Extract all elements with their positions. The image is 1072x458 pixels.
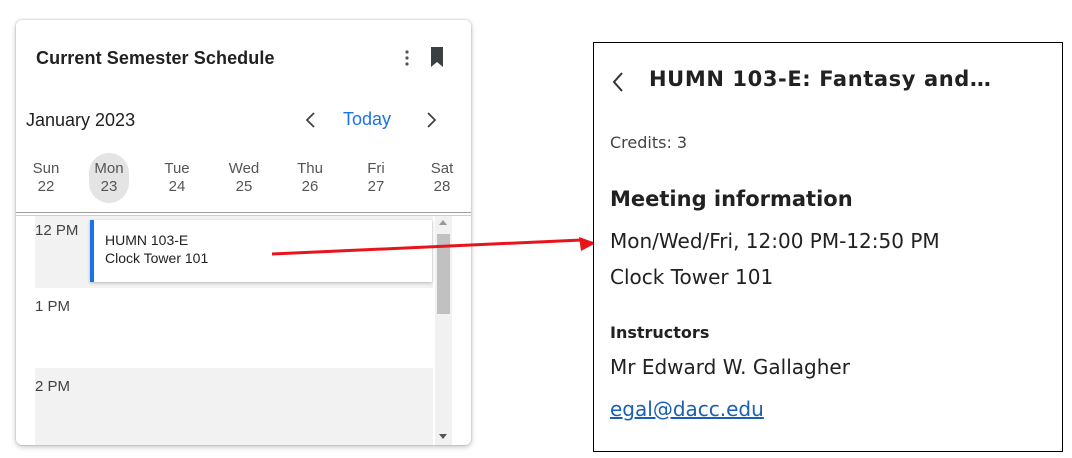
- day-name: Sat: [430, 160, 454, 177]
- hour-label: 12 PM: [35, 222, 79, 239]
- day-number: 24: [168, 178, 186, 195]
- meeting-heading: Meeting information: [610, 187, 853, 211]
- day-number: 22: [37, 178, 55, 195]
- pointer-arrow: [271, 237, 596, 256]
- scroll-down-icon[interactable]: [439, 434, 447, 439]
- hour-label: 2 PM: [35, 378, 71, 395]
- instructors-heading: Instructors: [610, 323, 710, 342]
- day-number: 28: [433, 178, 451, 195]
- day-name: Wed: [228, 160, 260, 177]
- day-number: 25: [235, 178, 253, 195]
- hour-band: [35, 288, 433, 368]
- day-name: Mon: [94, 160, 124, 177]
- day-sun[interactable]: Sun 22: [26, 160, 66, 196]
- credits-text: Credits: 3: [610, 133, 688, 152]
- meeting-time: Mon/Wed/Fri, 12:00 PM-12:50 PM: [610, 229, 940, 253]
- event-course: HUMN 103-E: [105, 232, 189, 248]
- scroll-up-icon[interactable]: [439, 220, 447, 225]
- day-name: Fri: [367, 160, 385, 177]
- day-name: Tue: [164, 160, 190, 177]
- hour-label: 1 PM: [35, 298, 71, 315]
- day-wed[interactable]: Wed 25: [224, 160, 264, 196]
- meeting-location: Clock Tower 101: [610, 265, 774, 289]
- day-sat[interactable]: Sat 28: [422, 160, 462, 196]
- day-number: 23: [100, 178, 118, 195]
- day-name: Thu: [297, 160, 323, 177]
- day-number: 27: [367, 178, 385, 195]
- course-title: HUMN 103-E: Fantasy and…: [649, 67, 992, 91]
- event-location: Clock Tower 101: [105, 250, 209, 266]
- instructor-name: Mr Edward W. Gallagher: [610, 355, 850, 379]
- day-mon-selected[interactable]: Mon 23: [89, 153, 129, 203]
- schedule-card: Current Semester Schedule January 2023 T…: [16, 20, 471, 445]
- header-divider: [16, 212, 471, 213]
- course-detail-panel: HUMN 103-E: Fantasy and… Credits: 3 Meet…: [593, 42, 1063, 452]
- day-name: Sun: [32, 160, 60, 177]
- instructor-email-link[interactable]: egal@dacc.edu: [610, 397, 764, 421]
- day-number: 26: [301, 178, 319, 195]
- week-day-strip: Sun 22 Mon 23 Tue 24 Wed 25 Thu 26 Fri 2…: [16, 20, 471, 210]
- back-chevron-icon[interactable]: [610, 69, 626, 95]
- day-thu[interactable]: Thu 26: [290, 160, 330, 196]
- day-tue[interactable]: Tue 24: [157, 160, 197, 196]
- hour-band: [35, 368, 433, 445]
- day-fri[interactable]: Fri 27: [356, 160, 396, 196]
